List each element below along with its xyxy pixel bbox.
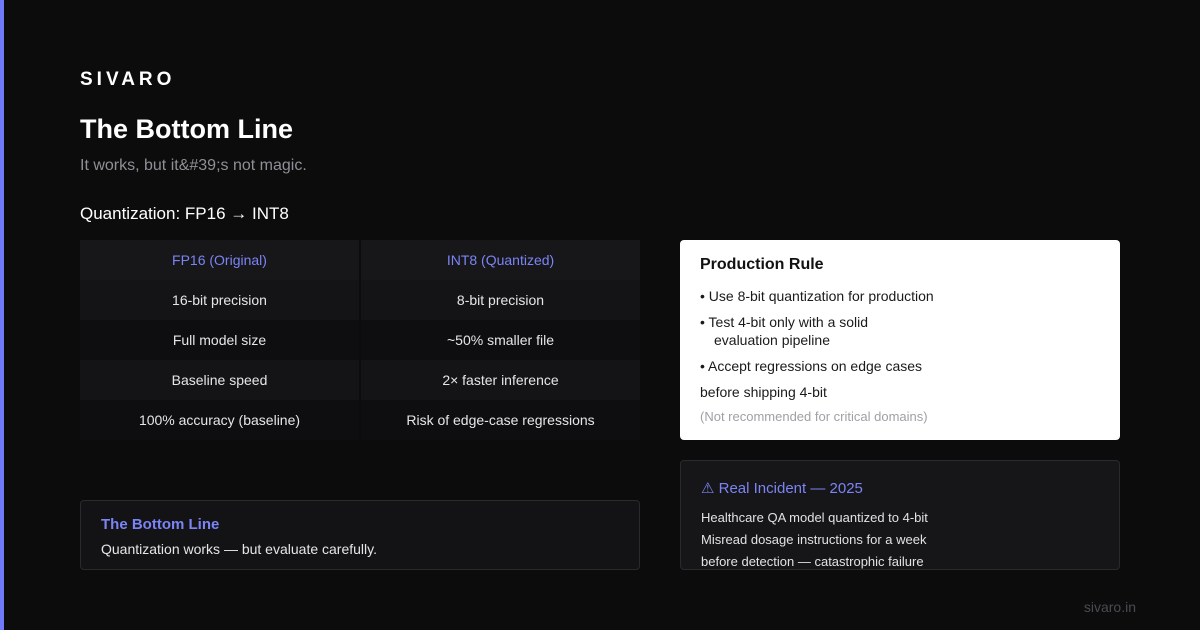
table-header-row: FP16 (Original) INT8 (Quantized) [80,240,640,280]
bottom-line-text: Quantization works — but evaluate carefu… [101,541,377,557]
production-rule-item: • Test 4-bit only with a solid [700,314,869,330]
table-row: Full model size ~50% smaller file [80,320,640,360]
incident-card: ⚠ Real Incident — 2025 Healthcare QA mod… [680,460,1120,570]
bottom-line-title: The Bottom Line [101,516,220,533]
incident-line: before detection — catastrophic failure [701,554,924,569]
production-rule-card: Production Rule • Use 8-bit quantization… [680,240,1120,440]
section-title: Quantization: FP16 → INT8 [80,204,289,223]
table-cell: 100% accuracy (baseline) [80,400,359,440]
table-cell: Baseline speed [80,360,359,400]
incident-title: ⚠ Real Incident — 2025 [701,480,863,497]
incident-line: Healthcare QA model quantized to 4-bit [701,510,928,525]
brand-logo: SIVARO [80,69,176,90]
table-cell: 8-bit precision [361,280,640,320]
page-title: The Bottom Line [80,114,293,144]
table-row: 100% accuracy (baseline) Risk of edge-ca… [80,400,640,440]
table-cell: Full model size [80,320,359,360]
table-row: Baseline speed 2× faster inference [80,360,640,400]
table-row: 16-bit precision 8-bit precision [80,280,640,320]
production-rule-item-continued: evaluation pipeline [714,332,830,348]
production-rule-title: Production Rule [700,256,824,273]
production-rule-item: • Use 8-bit quantization for production [700,288,934,304]
table-cell: Risk of edge-case regressions [361,400,640,440]
slide: SIVARO The Bottom Line It works, but it&… [0,0,1200,630]
table-cell: ~50% smaller file [361,320,640,360]
accent-bar [0,0,4,630]
incident-line: Misread dosage instructions for a week [701,532,927,547]
production-rule-note: (Not recommended for critical domains) [700,409,928,424]
footer-url: sivaro.in [1083,599,1136,615]
comparison-table: FP16 (Original) INT8 (Quantized) 16-bit … [80,240,640,440]
production-rule-item: • Accept regressions on edge cases [700,358,923,374]
page-subtitle: It works, but it&#39;s not magic. [80,157,307,174]
table-header-int8: INT8 (Quantized) [361,240,640,280]
table-header-fp16: FP16 (Original) [80,240,359,280]
table-cell: 16-bit precision [80,280,359,320]
production-rule-item-continued: before shipping 4-bit [700,384,827,400]
bottom-line-card: The Bottom Line Quantization works — but… [80,500,640,570]
table-cell: 2× faster inference [361,360,640,400]
